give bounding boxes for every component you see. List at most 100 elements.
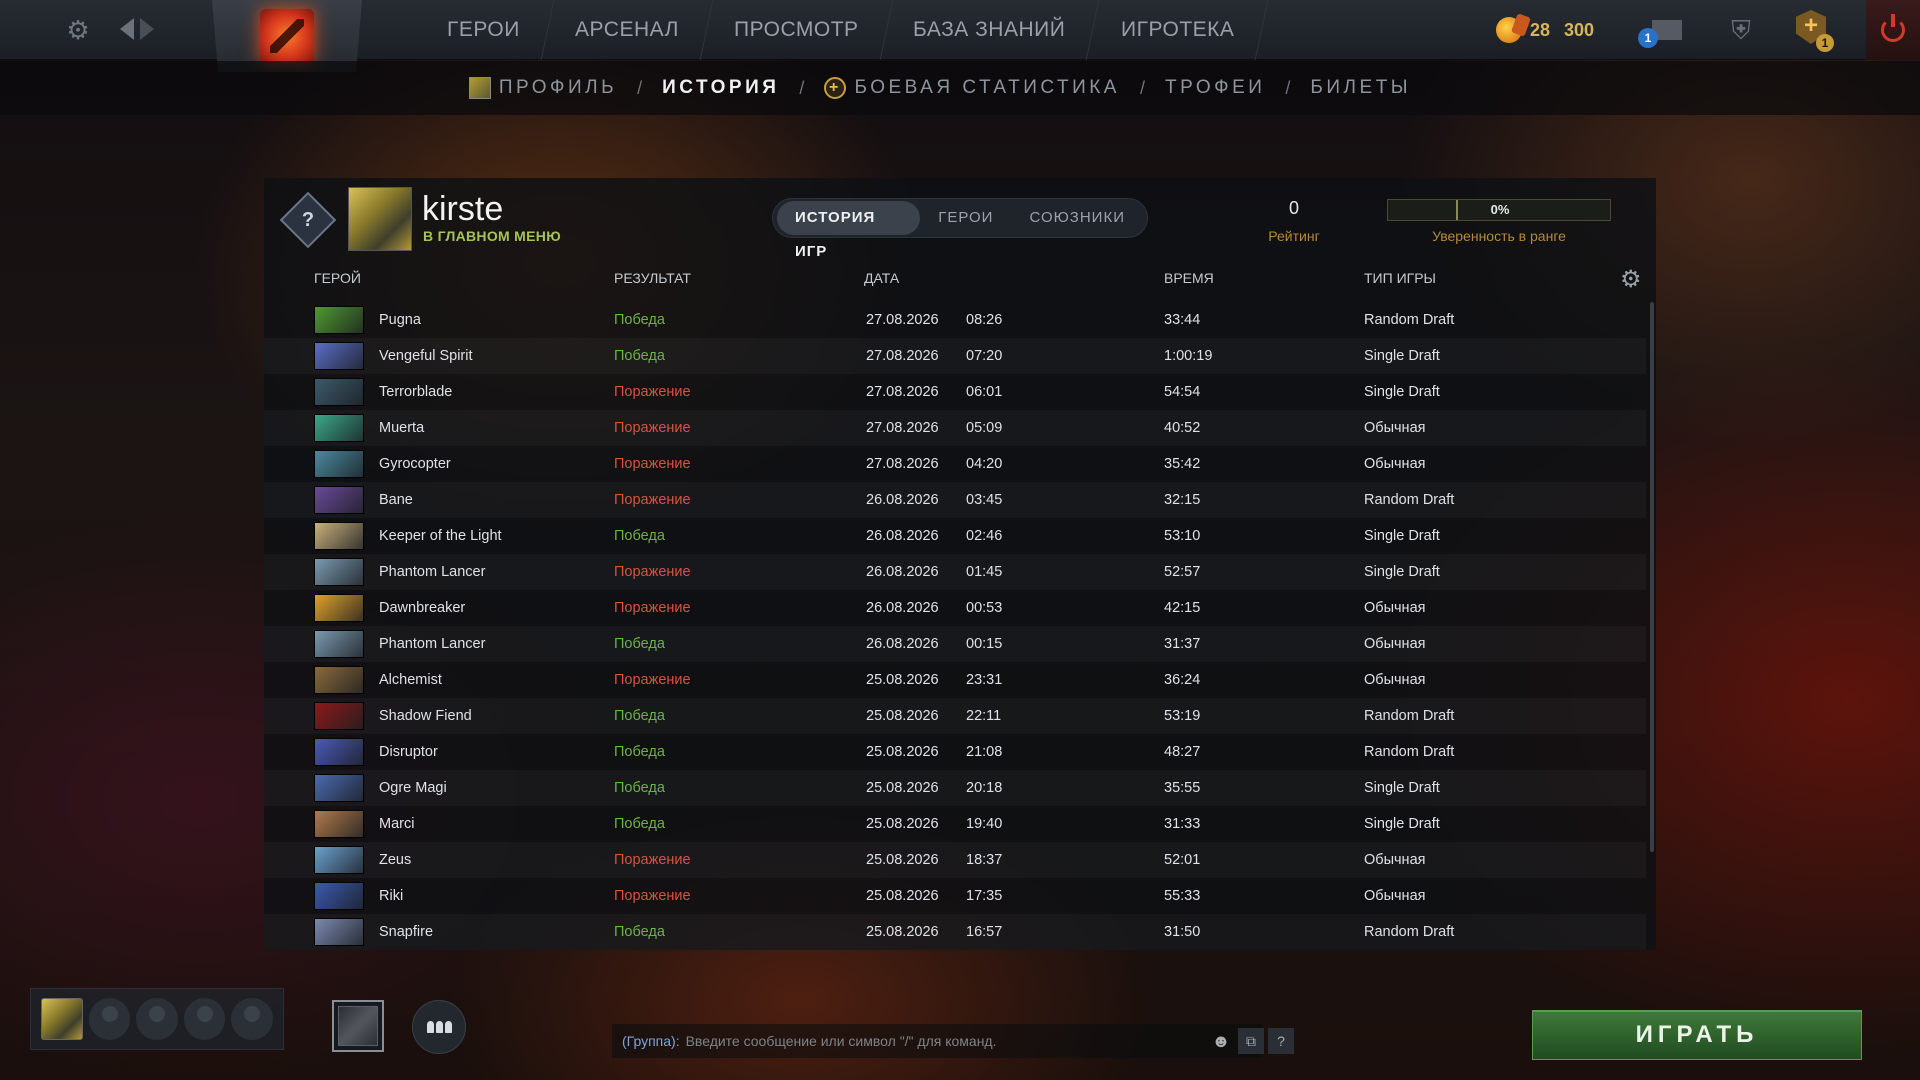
table-row[interactable]: Phantom Lancer Победа 26.08.2026 00:15 31:37… (264, 626, 1646, 662)
currency-display[interactable]: 28 300 (1496, 12, 1594, 48)
match-result: Поражение (614, 564, 691, 580)
match-result: Победа (614, 924, 665, 940)
avatar[interactable] (348, 187, 412, 251)
subnav-separator: / (637, 77, 643, 98)
nav-learn[interactable]: БАЗА ЗНАНИЙ (879, 0, 1101, 60)
match-duration: 52:01 (1164, 852, 1201, 868)
power-button[interactable] (1866, 0, 1920, 60)
match-time: 03:45 (966, 492, 1003, 508)
header-date[interactable]: ДАТА (864, 270, 899, 286)
notifications-badge: 1 (1638, 28, 1658, 48)
match-date: 26.08.2026 (866, 492, 939, 508)
game-mode: Обычная (1364, 420, 1426, 436)
subnav-trophies[interactable]: ТРОФЕИ (1165, 77, 1265, 99)
match-duration: 32:15 (1164, 492, 1201, 508)
table-row[interactable]: Terrorblade Поражение 27.08.2026 06:01 54:54… (264, 374, 1646, 410)
matchmaking-status-icon[interactable] (332, 1000, 384, 1052)
dota-plus-button[interactable]: 1 (1796, 10, 1834, 52)
header-game-mode[interactable]: ТИП ИГРЫ (1364, 270, 1436, 286)
hero-name: Marci (379, 816, 415, 832)
game-mode: Single Draft (1364, 384, 1440, 400)
hero-portrait (314, 666, 364, 694)
hero-name: Riki (379, 888, 404, 904)
header-duration[interactable]: ВРЕМЯ (1164, 270, 1214, 286)
table-row[interactable]: Muerta Поражение 27.08.2026 05:09 40:52 Обычн… (264, 410, 1646, 446)
power-icon (1881, 14, 1905, 42)
subnav-combat-stats[interactable]: + БОЕВАЯ СТАТИСТИКА (824, 77, 1120, 99)
header-result[interactable]: РЕЗУЛЬТАТ (614, 270, 691, 286)
table-row[interactable]: Snapfire Победа 25.08.2026 16:57 31:50 Random… (264, 914, 1646, 950)
table-row[interactable]: Riki Поражение 25.08.2026 17:35 55:33 Обычная (264, 878, 1646, 914)
game-mode: Single Draft (1364, 564, 1440, 580)
game-mode: Single Draft (1364, 528, 1440, 544)
match-time: 23:31 (966, 672, 1003, 688)
match-result: Поражение (614, 600, 691, 616)
hero-name: Ogre Magi (379, 780, 447, 796)
table-row[interactable]: Bane Поражение 26.08.2026 03:45 32:15 Random … (264, 482, 1646, 518)
table-row[interactable]: Gyrocopter Поражение 27.08.2026 04:20 35:42 О… (264, 446, 1646, 482)
nav-watch[interactable]: ПРОСМОТР (700, 0, 893, 60)
party-slot-empty[interactable] (183, 998, 226, 1040)
nav-heroes[interactable]: ГЕРОИ (413, 0, 555, 60)
match-time: 00:15 (966, 636, 1003, 652)
back-arrow-icon[interactable] (120, 18, 134, 40)
confidence-label: Уверенность в ранге (1432, 228, 1566, 244)
notifications-button[interactable]: 1 (1638, 14, 1684, 48)
party-slot-self-avatar[interactable] (41, 998, 83, 1040)
match-duration: 36:24 (1164, 672, 1201, 688)
match-duration: 35:55 (1164, 780, 1201, 796)
table-row[interactable]: Vengeful Spirit Победа 27.08.2026 07:20 1:00… (264, 338, 1646, 374)
hero-portrait (314, 810, 364, 838)
subnav-tickets[interactable]: БИЛЕТЫ (1310, 77, 1411, 99)
tab-allies[interactable]: СОЮЗНИКИ (1011, 201, 1143, 235)
nav-arcade[interactable]: ИГРОТЕКА (1087, 0, 1269, 60)
table-row[interactable]: Zeus Поражение 25.08.2026 18:37 52:01 Обычная (264, 842, 1646, 878)
match-duration: 33:44 (1164, 312, 1201, 328)
party-slot-empty[interactable] (88, 998, 131, 1040)
party-slot-empty[interactable] (231, 998, 273, 1040)
columns-settings-gear-icon[interactable]: ⚙ (1620, 268, 1642, 292)
rank-confidence-bar: 0% (1387, 199, 1611, 221)
table-row[interactable]: Keeper of the Light Победа 26.08.2026 02:46… (264, 518, 1646, 554)
settings-gear-icon[interactable]: ⚙ (64, 16, 92, 44)
match-list-scrollbar[interactable] (1650, 302, 1654, 852)
armory-icon[interactable]: ⛨ (1725, 14, 1757, 46)
chat-channels-button[interactable] (412, 1000, 466, 1054)
match-time: 05:09 (966, 420, 1003, 436)
hero-name: Zeus (379, 852, 412, 868)
table-row[interactable]: Pugna Победа 27.08.2026 08:26 33:44 Random Dr… (264, 302, 1646, 338)
tab-match-history[interactable]: ИСТОРИЯ ИГР (777, 201, 921, 260)
match-date: 27.08.2026 (866, 384, 939, 400)
match-date: 25.08.2026 (866, 888, 939, 904)
table-row[interactable]: Phantom Lancer Поражение 26.08.2026 01:45 52… (264, 554, 1646, 590)
match-date: 26.08.2026 (866, 528, 939, 544)
subnav-history[interactable]: ИСТОРИЯ (662, 77, 779, 99)
forward-arrow-icon[interactable] (140, 18, 154, 40)
emoticon-icon[interactable]: ☻ (1208, 1028, 1234, 1054)
chat-help-icon[interactable]: ? (1268, 1028, 1294, 1054)
table-row[interactable]: Dawnbreaker Поражение 26.08.2026 00:53 42:15… (264, 590, 1646, 626)
tab-heroes[interactable]: ГЕРОИ (920, 201, 1011, 235)
party-slot-empty[interactable] (136, 998, 178, 1040)
table-row[interactable]: Shadow Fiend Победа 25.08.2026 22:11 53:19 Ra… (264, 698, 1646, 734)
header-hero[interactable]: ГЕРОЙ (314, 270, 361, 286)
table-row[interactable]: Ogre Magi Победа 25.08.2026 20:18 35:55 Singl… (264, 770, 1646, 806)
game-mode: Single Draft (1364, 816, 1440, 832)
nav-armory[interactable]: АРСЕНАЛ (541, 0, 714, 60)
table-row[interactable]: Disruptor Победа 25.08.2026 21:08 48:27 Rando… (264, 734, 1646, 770)
chat-channel-label[interactable]: (Группа): (622, 1033, 680, 1049)
people-icon (426, 1021, 452, 1033)
match-time: 08:26 (966, 312, 1003, 328)
hero-portrait (314, 342, 364, 370)
hero-portrait (314, 882, 364, 910)
table-row[interactable]: Marci Победа 25.08.2026 19:40 31:33 Single Dr… (264, 806, 1646, 842)
table-row[interactable]: Alchemist Поражение 25.08.2026 23:31 36:24 Об… (264, 662, 1646, 698)
match-time: 21:08 (966, 744, 1003, 760)
match-duration: 53:10 (1164, 528, 1201, 544)
hero-name: Dawnbreaker (379, 600, 466, 616)
chat-window-icon[interactable]: ⧉ (1238, 1028, 1264, 1054)
chat-input[interactable] (685, 1033, 1166, 1049)
subnav-profile[interactable]: ПРОФИЛЬ (468, 77, 617, 99)
play-button[interactable]: ИГРАТЬ (1532, 1010, 1862, 1060)
rank-medal-icon[interactable]: ? (279, 191, 337, 249)
